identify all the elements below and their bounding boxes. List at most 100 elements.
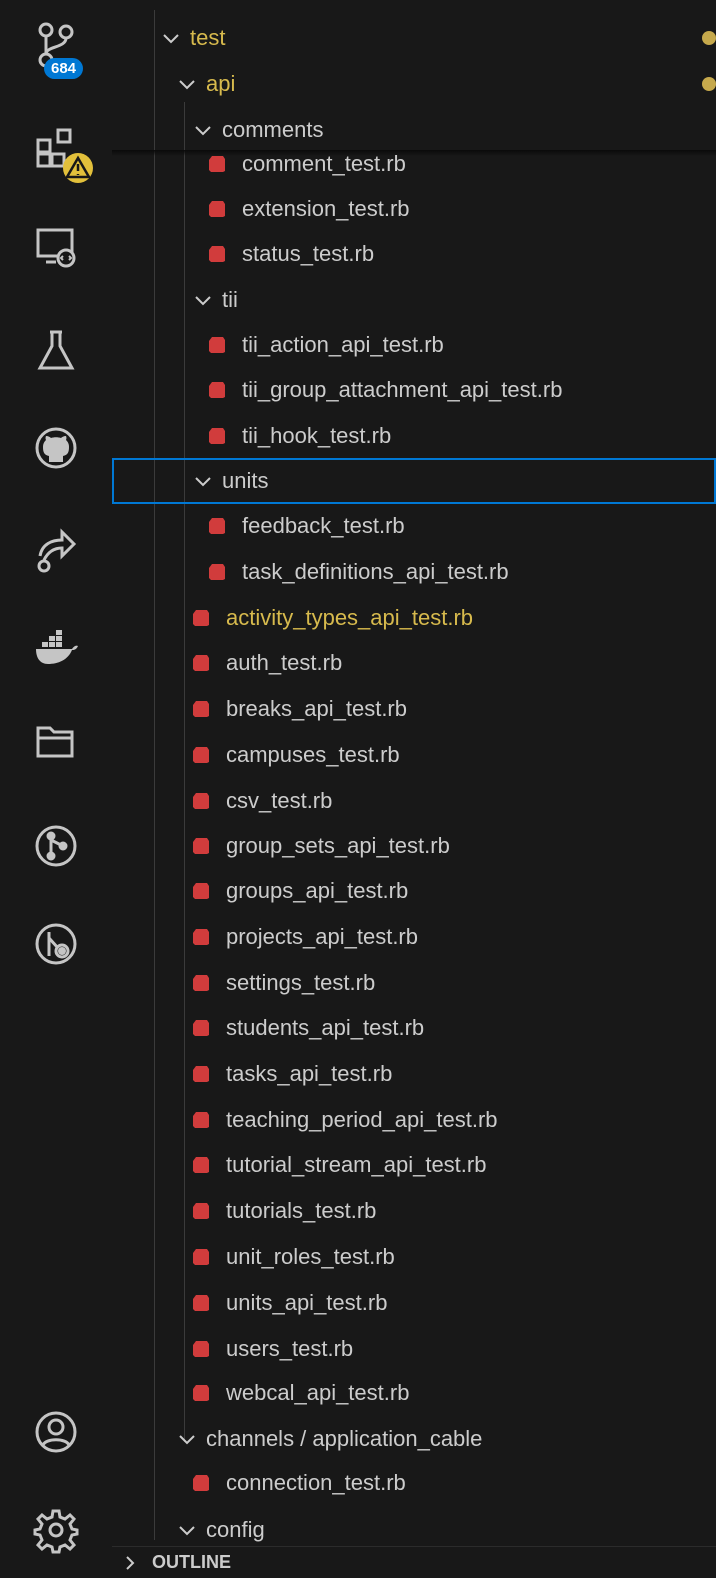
file-label: auth_test.rb xyxy=(226,650,343,675)
chevron-down-icon xyxy=(195,126,211,136)
tree-file-row[interactable]: tii_action_api_test.rb xyxy=(112,322,716,368)
ruby-file-icon xyxy=(193,1020,209,1036)
git-graph-icon[interactable] xyxy=(30,820,82,872)
gitlens-inspect-icon[interactable] xyxy=(30,918,82,970)
folder-label: channels / application_cable xyxy=(206,1426,483,1451)
tree-file-row[interactable]: units_api_test.rb xyxy=(112,1280,716,1326)
tree-file-row[interactable]: groups_api_test.rb xyxy=(112,868,716,914)
tree-file-row[interactable]: csv_test.rb xyxy=(112,778,716,824)
ruby-file-icon xyxy=(193,1295,209,1311)
tree-file-row[interactable]: breaks_api_test.rb xyxy=(112,686,716,732)
chevron-down-icon xyxy=(195,296,211,306)
tree-file-row[interactable]: students_api_test.rb xyxy=(112,1005,716,1051)
ruby-file-icon xyxy=(193,883,209,899)
tree-file-row[interactable]: comment_test.rb xyxy=(112,141,716,187)
outline-section-header[interactable]: OUTLINE xyxy=(112,1546,716,1578)
file-label: groups_api_test.rb xyxy=(226,878,409,903)
ruby-file-icon xyxy=(209,518,225,534)
tree-folder-row[interactable]: channels / application_cable xyxy=(112,1416,716,1462)
tree-file-row[interactable]: campuses_test.rb xyxy=(112,732,716,778)
tree-file-row[interactable]: tutorials_test.rb xyxy=(112,1188,716,1234)
remote-explorer-icon[interactable] xyxy=(30,220,82,272)
ruby-file-icon xyxy=(193,701,209,717)
chevron-down-icon xyxy=(179,1526,195,1536)
ruby-file-icon xyxy=(209,201,225,217)
tree-file-row[interactable]: unit_roles_test.rb xyxy=(112,1234,716,1280)
file-label: connection_test.rb xyxy=(226,1470,406,1495)
tree-file-row[interactable]: group_sets_api_test.rb xyxy=(112,823,716,869)
outline-label: OUTLINE xyxy=(152,1552,231,1572)
tree-file-row[interactable]: projects_api_test.rb xyxy=(112,914,716,960)
tree-file-row[interactable]: auth_test.rb xyxy=(112,640,716,686)
tree-folder-row[interactable]: tii xyxy=(112,277,716,323)
tree-file-row[interactable]: feedback_test.rb xyxy=(112,503,716,549)
ruby-file-icon xyxy=(209,156,225,172)
file-label: feedback_test.rb xyxy=(242,513,405,538)
folder-explorer-icon[interactable] xyxy=(30,716,82,768)
ruby-file-icon xyxy=(193,747,209,763)
file-label: units_api_test.rb xyxy=(226,1290,388,1315)
tree-file-row[interactable]: tii_group_attachment_api_test.rb xyxy=(112,367,716,413)
account-icon[interactable] xyxy=(30,1406,82,1458)
ruby-file-icon xyxy=(209,428,225,444)
tree-file-row[interactable]: status_test.rb xyxy=(112,231,716,277)
modified-dot-indicator xyxy=(702,31,716,45)
ruby-file-icon xyxy=(193,1475,209,1491)
ruby-file-icon xyxy=(193,1249,209,1265)
file-label: csv_test.rb xyxy=(226,788,333,813)
ruby-file-icon xyxy=(193,838,209,854)
tree-file-row[interactable]: webcal_api_test.rb xyxy=(112,1370,716,1416)
file-explorer-tree: test api comments comment_test.rb extension_… xyxy=(112,0,716,1577)
tree-file-row[interactable]: users_test.rb xyxy=(112,1326,716,1372)
file-label: activity_types_api_test.rb xyxy=(226,605,474,630)
file-label: tii_action_api_test.rb xyxy=(242,332,444,357)
ruby-file-icon xyxy=(193,1341,209,1357)
modified-dot-indicator xyxy=(702,77,716,91)
folder-label: comments xyxy=(222,117,324,142)
live-share-icon[interactable] xyxy=(30,524,82,576)
tree-folder-row[interactable]: api xyxy=(112,61,716,107)
tree-file-row[interactable]: teaching_period_api_test.rb xyxy=(112,1097,716,1143)
file-label: campuses_test.rb xyxy=(226,742,400,767)
ruby-file-icon xyxy=(193,1066,209,1082)
ruby-file-icon xyxy=(193,1385,209,1401)
ruby-file-icon xyxy=(193,929,209,945)
file-label: tii_group_attachment_api_test.rb xyxy=(242,377,563,402)
ruby-file-icon xyxy=(193,793,209,809)
github-icon[interactable] xyxy=(30,422,82,474)
docker-icon[interactable] xyxy=(30,622,82,674)
file-label: breaks_api_test.rb xyxy=(226,696,407,721)
file-label: tutorials_test.rb xyxy=(226,1198,377,1223)
tree-file-row[interactable]: connection_test.rb xyxy=(112,1460,716,1506)
chevron-down-icon xyxy=(179,1435,195,1445)
ruby-file-icon xyxy=(193,1203,209,1219)
file-label: settings_test.rb xyxy=(226,970,376,995)
chevron-down-icon xyxy=(179,80,195,90)
ruby-file-icon xyxy=(193,1112,209,1128)
tree-file-row[interactable]: activity_types_api_test.rb xyxy=(112,595,716,641)
tree-file-row[interactable]: tutorial_stream_api_test.rb xyxy=(112,1142,716,1188)
source-control-badge: 684 xyxy=(44,58,84,79)
file-label: webcal_api_test.rb xyxy=(226,1380,410,1405)
tree-file-row[interactable]: settings_test.rb xyxy=(112,960,716,1006)
file-label: teaching_period_api_test.rb xyxy=(226,1107,498,1132)
file-label: unit_roles_test.rb xyxy=(226,1244,395,1269)
ruby-file-icon xyxy=(209,246,225,262)
file-label: projects_api_test.rb xyxy=(226,924,418,949)
chevron-down-icon xyxy=(163,34,179,44)
ruby-file-icon xyxy=(209,382,225,398)
tree-file-row[interactable]: tasks_api_test.rb xyxy=(112,1051,716,1097)
testing-icon[interactable] xyxy=(30,324,82,376)
tree-file-row[interactable]: tii_hook_test.rb xyxy=(112,413,716,459)
tree-file-row[interactable]: task_definitions_api_test.rb xyxy=(112,549,716,595)
tree-folder-row[interactable]: test xyxy=(112,15,716,61)
chevron-down-icon xyxy=(195,477,211,487)
tree-folder-row[interactable]: units xyxy=(112,458,716,504)
ruby-file-icon xyxy=(193,610,209,626)
file-label: tutorial_stream_api_test.rb xyxy=(226,1152,487,1177)
file-label: users_test.rb xyxy=(226,1336,354,1361)
file-label: tii_hook_test.rb xyxy=(242,423,392,448)
tree-file-row[interactable]: extension_test.rb xyxy=(112,186,716,232)
activity-bar: 684 xyxy=(0,0,113,1577)
manage-gear-icon[interactable] xyxy=(30,1504,82,1556)
